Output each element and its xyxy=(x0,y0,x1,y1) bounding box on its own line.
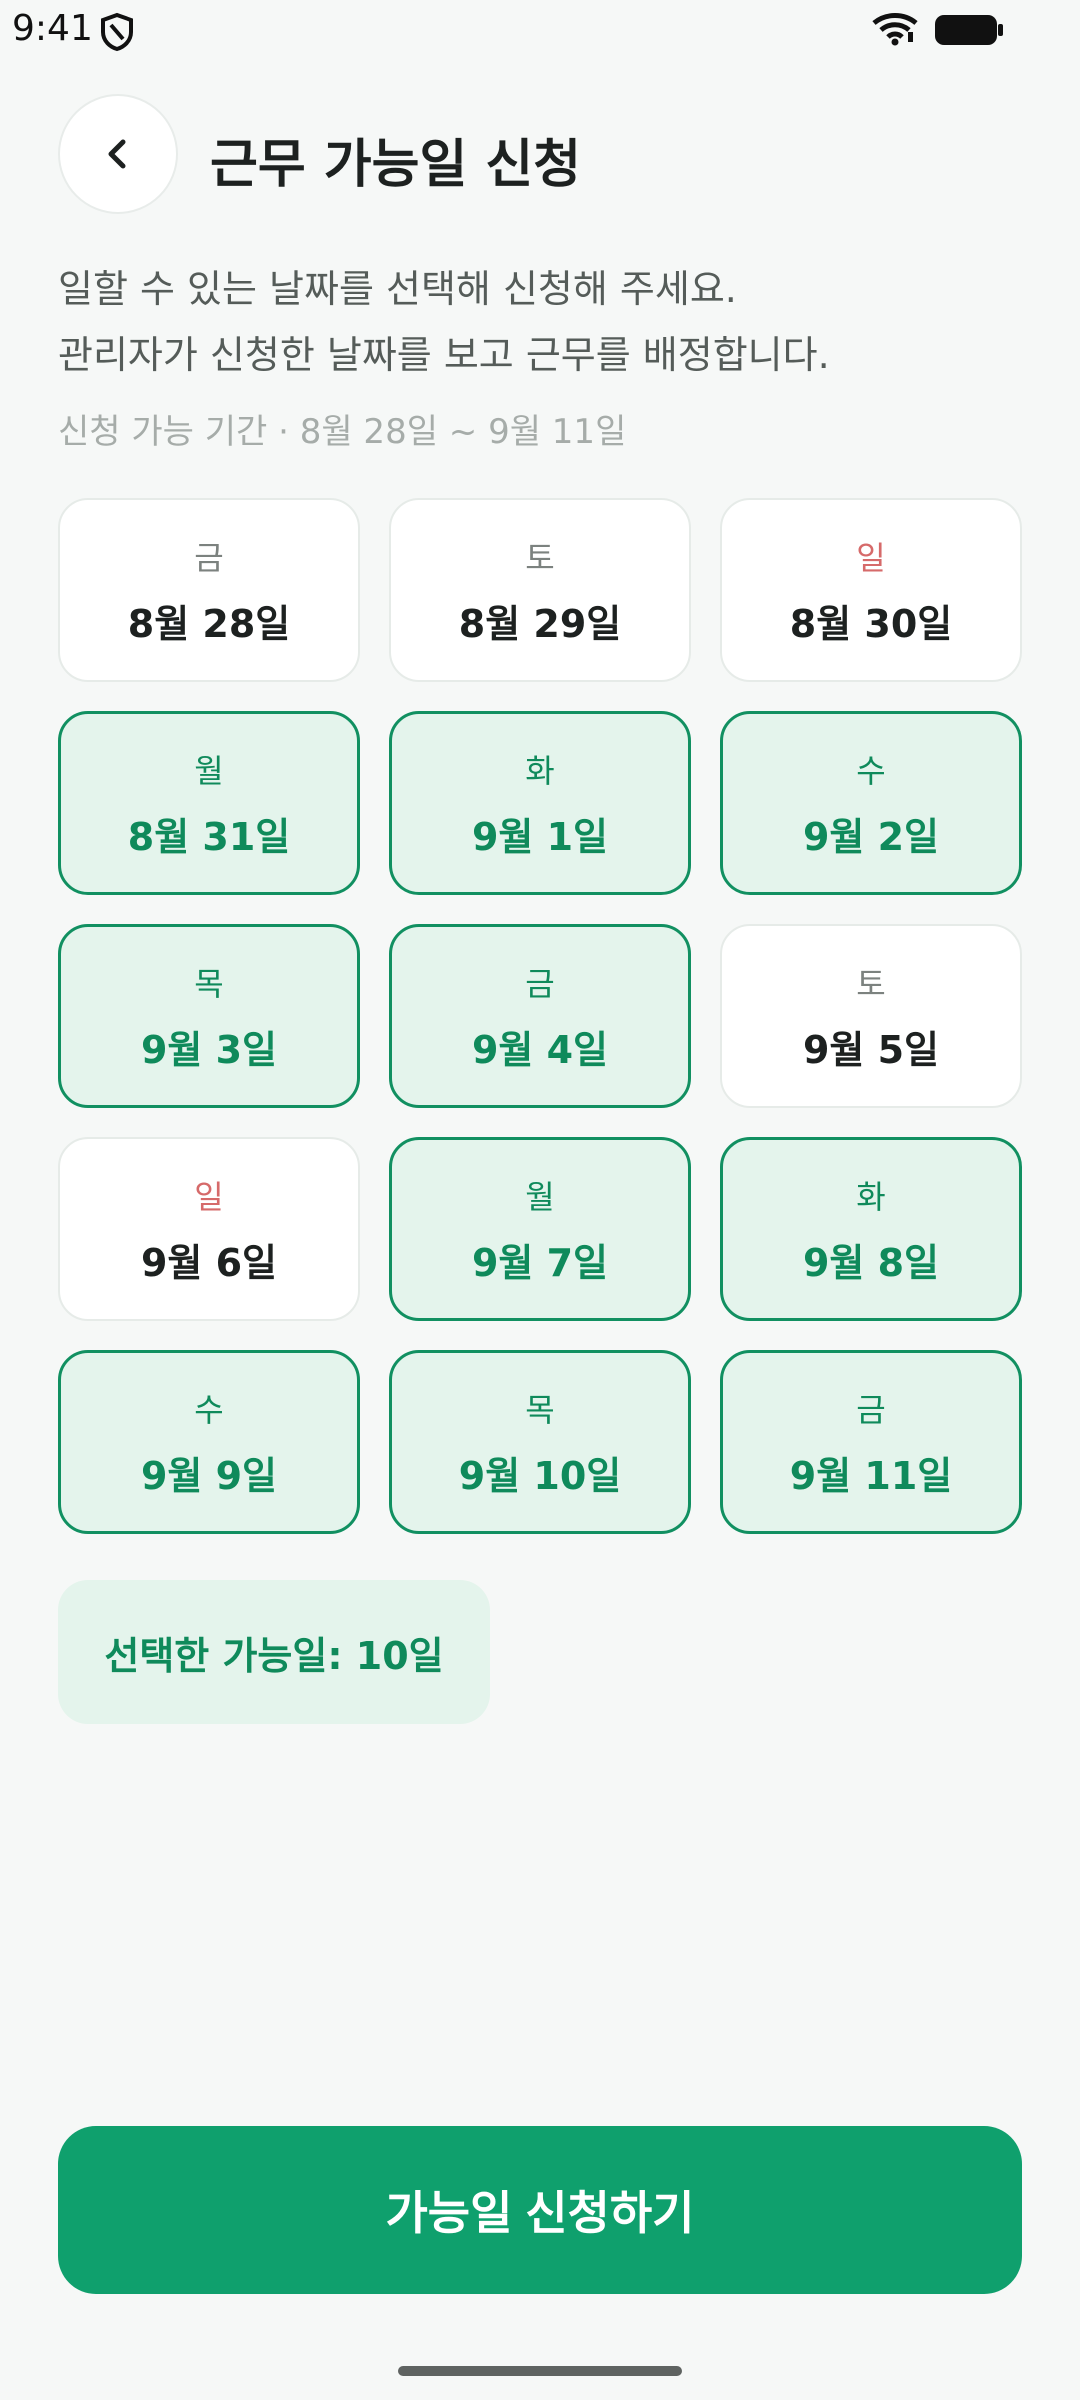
day-weekday: 일 xyxy=(194,1177,224,1216)
day-date: 8월 31일 xyxy=(127,814,291,859)
day-weekday: 화 xyxy=(856,1177,886,1216)
page-title: 근무 가능일 신청 xyxy=(210,135,582,195)
day-date: 9월 11일 xyxy=(789,1453,953,1498)
day-card[interactable]: 토 8월 29일 xyxy=(389,498,691,682)
day-date: 9월 6일 xyxy=(140,1240,278,1285)
day-weekday: 수 xyxy=(194,1390,224,1429)
status-bar: 9:41 xyxy=(0,0,1080,64)
day-card[interactable]: 화 9월 8일 xyxy=(720,1137,1022,1321)
day-weekday: 토 xyxy=(856,964,886,1003)
description-line-2: 관리자가 신청한 날짜를 보고 근무를 배정합니다. xyxy=(58,333,830,377)
day-date: 8월 29일 xyxy=(458,601,622,646)
day-date: 8월 28일 xyxy=(127,601,291,646)
description: 일할 수 있는 날짜를 선택해 신청해 주세요. 관리자가 신청한 날짜를 보고… xyxy=(58,256,830,388)
day-date: 9월 2일 xyxy=(802,814,940,859)
day-date: 9월 10일 xyxy=(458,1453,622,1498)
day-grid: 금 8월 28일 토 8월 29일 일 8월 30일 월 8월 31일 화 9월… xyxy=(58,498,1022,1534)
day-date: 9월 1일 xyxy=(471,814,609,859)
day-weekday: 금 xyxy=(194,538,224,577)
day-card[interactable]: 목 9월 3일 xyxy=(58,924,360,1108)
day-card[interactable]: 금 9월 4일 xyxy=(389,924,691,1108)
description-line-1: 일할 수 있는 날짜를 선택해 신청해 주세요. xyxy=(58,267,737,311)
day-card[interactable]: 목 9월 10일 xyxy=(389,1350,691,1534)
day-card[interactable]: 일 8월 30일 xyxy=(720,498,1022,682)
day-weekday: 목 xyxy=(525,1390,555,1429)
day-date: 9월 5일 xyxy=(802,1027,940,1072)
day-date: 9월 8일 xyxy=(802,1240,940,1285)
chevron-left-icon xyxy=(108,139,126,169)
back-button[interactable] xyxy=(58,94,178,214)
submit-button[interactable]: 가능일 신청하기 xyxy=(58,2126,1022,2294)
day-date: 9월 4일 xyxy=(471,1027,609,1072)
day-weekday: 화 xyxy=(525,751,555,790)
day-weekday: 토 xyxy=(525,538,555,577)
day-weekday: 금 xyxy=(525,964,555,1003)
day-weekday: 수 xyxy=(856,751,886,790)
day-weekday: 월 xyxy=(194,751,224,790)
shield-icon xyxy=(101,12,133,52)
day-date: 9월 9일 xyxy=(140,1453,278,1498)
day-card[interactable]: 화 9월 1일 xyxy=(389,711,691,895)
day-card[interactable]: 일 9월 6일 xyxy=(58,1137,360,1321)
day-weekday: 일 xyxy=(856,538,886,577)
day-card[interactable]: 월 8월 31일 xyxy=(58,711,360,895)
wifi-icon xyxy=(872,13,918,46)
day-card[interactable]: 금 8월 28일 xyxy=(58,498,360,682)
day-weekday: 금 xyxy=(856,1390,886,1429)
selected-count-badge: 선택한 가능일: 10일 xyxy=(58,1580,490,1724)
day-weekday: 월 xyxy=(525,1177,555,1216)
day-date: 8월 30일 xyxy=(789,601,953,646)
day-card[interactable]: 수 9월 2일 xyxy=(720,711,1022,895)
period-label: 신청 가능 기간 · 8월 28일 ~ 9월 11일 xyxy=(58,412,627,452)
day-date: 9월 3일 xyxy=(140,1027,278,1072)
day-weekday: 목 xyxy=(194,964,224,1003)
day-card[interactable]: 토 9월 5일 xyxy=(720,924,1022,1108)
home-indicator[interactable] xyxy=(398,2366,682,2376)
day-date: 9월 7일 xyxy=(471,1240,609,1285)
day-card[interactable]: 월 9월 7일 xyxy=(389,1137,691,1321)
day-card[interactable]: 금 9월 11일 xyxy=(720,1350,1022,1534)
screen: 9:41 근무 가능일 신청 일할 수 있는 날짜를 선택해 신청해 주세요. … xyxy=(0,0,1080,2400)
day-card[interactable]: 수 9월 9일 xyxy=(58,1350,360,1534)
status-time: 9:41 xyxy=(12,8,93,49)
battery-icon xyxy=(935,15,1003,45)
